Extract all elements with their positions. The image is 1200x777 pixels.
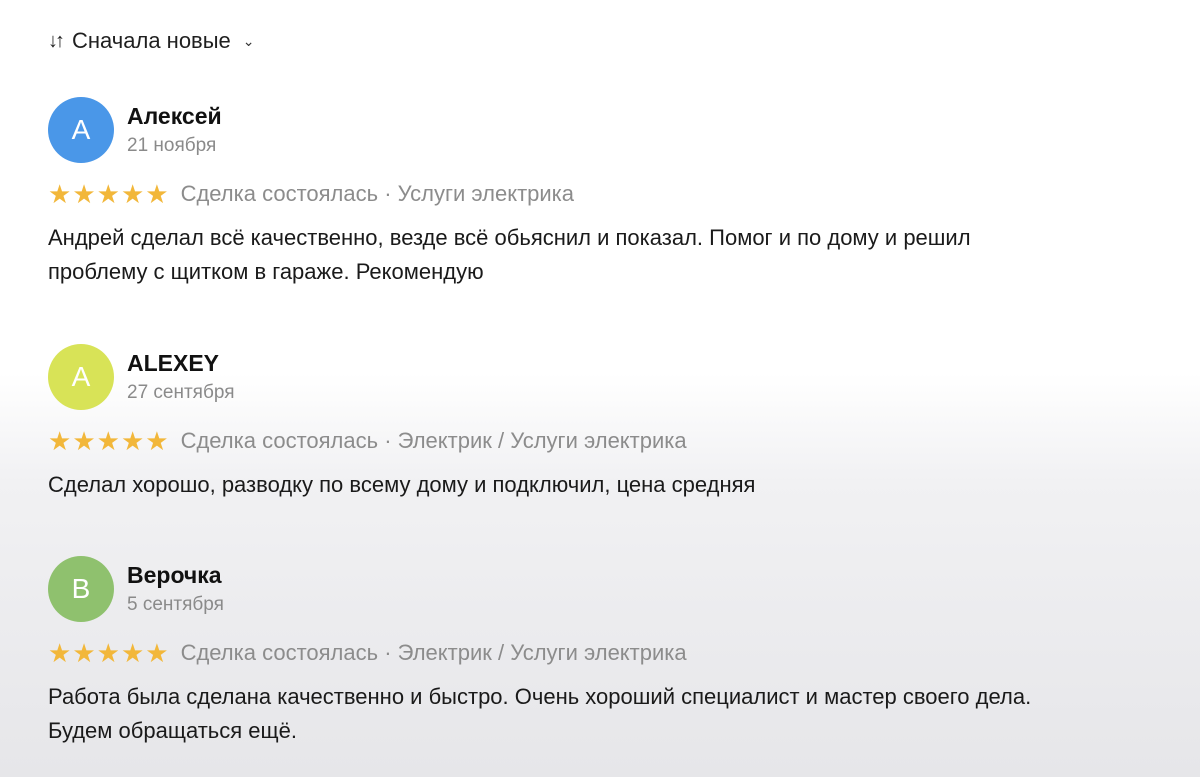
- rating-stars: ★ ★ ★ ★ ★: [48, 181, 169, 207]
- star-icon: ★: [72, 426, 96, 456]
- star-icon: ★: [48, 638, 72, 668]
- review-date: 27 сентября: [127, 382, 235, 403]
- star-icon: ★: [145, 179, 169, 209]
- avatar-initial: А: [71, 114, 91, 145]
- chevron-down-icon: ⌄: [242, 32, 255, 49]
- sort-dropdown[interactable]: ↓↑ Сначала новые ⌄: [48, 28, 255, 54]
- review-tags: Сделка состоялась · Электрик / Услуги эл…: [180, 428, 687, 453]
- avatar-initial: В: [71, 573, 91, 604]
- review-card: В Верочка 5 сентября ★ ★ ★ ★ ★ Сделка со…: [48, 556, 1188, 748]
- avatar-initial: A: [71, 361, 91, 392]
- reviewer-name[interactable]: ALEXEY: [127, 348, 235, 378]
- review-text: Андрей сделал всё качественно, везде всё…: [48, 225, 971, 284]
- review-date: 5 сентября: [127, 594, 224, 615]
- star-icon: ★: [120, 179, 145, 209]
- review-text: Сделал хорошо, разводку по всему дому и …: [48, 472, 756, 497]
- rating-stars: ★ ★ ★ ★ ★: [48, 640, 169, 666]
- star-icon: ★: [96, 426, 120, 456]
- star-icon: ★: [120, 426, 145, 456]
- avatar[interactable]: А: [48, 97, 114, 163]
- review-tags: Сделка состоялась · Электрик / Услуги эл…: [180, 640, 687, 665]
- star-icon: ★: [96, 638, 120, 668]
- review-date: 21 ноября: [127, 135, 217, 156]
- review-card: А Алексей 21 ноября ★ ★ ★ ★ ★ Сделка сос…: [48, 97, 1188, 289]
- review-card: A ALEXEY 27 сентября ★ ★ ★ ★ ★ Сделка со…: [48, 344, 1188, 502]
- sort-arrows-icon: ↓↑: [48, 29, 65, 52]
- reviewer-name[interactable]: Верочка: [127, 560, 224, 590]
- rating-stars: ★ ★ ★ ★ ★: [48, 428, 169, 454]
- star-icon: ★: [48, 426, 72, 456]
- avatar[interactable]: В: [48, 556, 114, 622]
- star-icon: ★: [120, 638, 145, 668]
- star-icon: ★: [48, 179, 72, 209]
- star-icon: ★: [96, 179, 120, 209]
- star-icon: ★: [72, 179, 96, 209]
- star-icon: ★: [72, 638, 96, 668]
- review-tags: Сделка состоялась · Услуги электрика: [180, 181, 575, 206]
- avatar[interactable]: A: [48, 344, 114, 410]
- star-icon: ★: [145, 638, 169, 668]
- star-icon: ★: [145, 426, 169, 456]
- reviewer-name[interactable]: Алексей: [127, 101, 222, 131]
- sort-label: Сначала новые: [72, 28, 231, 53]
- review-text: Работа была сделана качественно и быстро…: [48, 684, 1032, 743]
